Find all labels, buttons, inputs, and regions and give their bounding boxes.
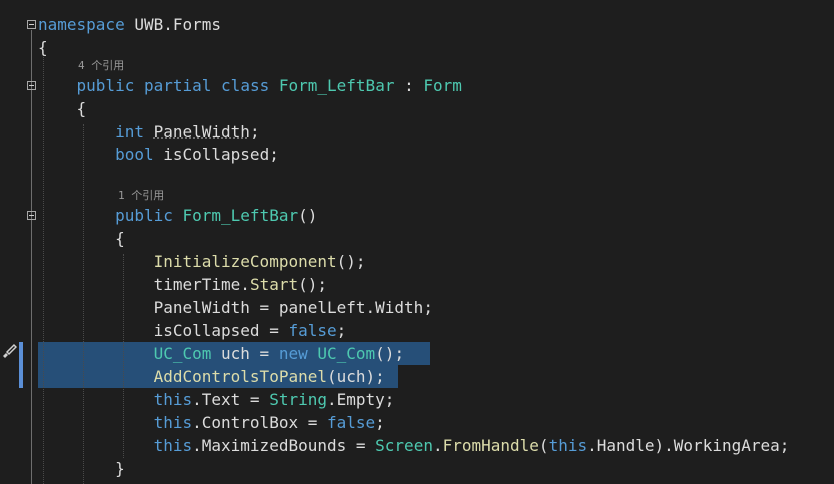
code-line[interactable]: int PanelWidth; (38, 120, 260, 143)
code-line[interactable]: timerTime.Start(); (38, 273, 327, 296)
keyword: new (278, 344, 308, 363)
call-end: (uch); (326, 367, 385, 386)
collapse-icon[interactable] (27, 20, 36, 29)
statement: PanelWidth = panelLeft.Width; (153, 298, 433, 317)
brace: } (115, 459, 125, 478)
semicolon: ; (249, 122, 260, 141)
keyword: namespace (38, 15, 125, 34)
method-call: Start (249, 275, 299, 294)
method-call: FromHandle (442, 436, 539, 455)
field-name: isCollapsed; (163, 145, 279, 164)
keyword: partial (143, 76, 212, 95)
statement-end: .Handle).WorkingArea; (587, 436, 790, 455)
paren: ( (538, 436, 549, 455)
codelens-label[interactable]: 1 个引用 (118, 189, 164, 202)
code-line[interactable]: this.MaximizedBounds = Screen.FromHandle… (38, 434, 790, 457)
collapse-icon[interactable] (27, 81, 36, 90)
parens: () (298, 206, 318, 225)
code-line[interactable]: this.Text = String.Empty; (38, 388, 395, 411)
code-line[interactable]: { (38, 227, 125, 250)
change-indicator (19, 342, 23, 388)
code-line[interactable]: InitializeComponent(); (38, 250, 366, 273)
method-call: InitializeComponent (153, 252, 337, 271)
keyword: false (288, 321, 337, 340)
dot: . (432, 436, 443, 455)
codelens-references[interactable]: 1 个引用 (118, 188, 164, 204)
keyword: bool (115, 145, 154, 164)
statement: .MaximizedBounds = (192, 436, 376, 455)
keyword: this (153, 390, 193, 409)
code-line[interactable]: { (38, 36, 48, 59)
brace: { (115, 229, 125, 248)
code-line[interactable]: { (38, 97, 87, 120)
code-line[interactable]: bool isCollapsed; (38, 143, 279, 166)
editor-margin (0, 0, 38, 484)
type-name: String (269, 390, 327, 409)
identifier: timerTime (153, 275, 241, 294)
class-name: Form_LeftBar (278, 76, 395, 95)
call-end: (); (298, 275, 328, 294)
type-name: UC_Com (317, 344, 376, 363)
code-line[interactable]: PanelWidth = panelLeft.Width; (38, 296, 433, 319)
keyword: class (221, 76, 270, 95)
code-line[interactable]: namespace UWB.Forms (38, 13, 221, 36)
codelens-references[interactable]: 4 个引用 (78, 58, 124, 74)
keyword: this (548, 436, 588, 455)
method-call: AddControlsToPanel (153, 367, 327, 386)
base-class: Form (423, 76, 462, 95)
namespace-name: UWB.Forms (134, 15, 222, 34)
constructor-name: Form_LeftBar (182, 206, 299, 225)
code-line[interactable]: } (38, 457, 125, 480)
code-line-selected[interactable]: AddControlsToPanel(uch); (38, 365, 385, 388)
codelens-label[interactable]: 4 个引用 (78, 59, 124, 72)
statement: uch = (211, 344, 279, 363)
code-line[interactable]: this.ControlBox = false; (38, 411, 385, 434)
code-line[interactable]: isCollapsed = false; (38, 319, 347, 342)
semicolon: ; (336, 321, 347, 340)
keyword: public (76, 76, 135, 95)
statement: .ControlBox = (192, 413, 327, 432)
dot: . (240, 275, 250, 294)
keyword: int (115, 122, 144, 141)
code-line[interactable]: public Form_LeftBar() (38, 204, 317, 227)
type-name: UC_Com (153, 344, 212, 363)
statement-end: .Empty; (326, 390, 395, 409)
keyword: this (153, 413, 193, 432)
keyword: false (326, 413, 376, 432)
semicolon: ; (375, 413, 385, 432)
statement: .Text = (192, 390, 270, 409)
call-end: (); (375, 344, 405, 363)
quick-action-brush-icon[interactable] (1, 342, 18, 362)
keyword: public (115, 206, 173, 225)
field-name: PanelWidth (153, 122, 250, 141)
code-line[interactable]: public partial class Form_LeftBar : Form (38, 74, 462, 97)
brace: { (76, 99, 87, 118)
code-editor[interactable]: namespace UWB.Forms { 4 个引用 public parti… (0, 0, 834, 484)
keyword: this (153, 436, 193, 455)
type-name: Screen (375, 436, 433, 455)
statement: isCollapsed = (153, 321, 289, 340)
colon: : (394, 76, 424, 95)
call-end: (); (336, 252, 366, 271)
code-line-selected[interactable]: UC_Com uch = new UC_Com(); (38, 342, 404, 365)
fold-line (31, 30, 32, 484)
collapse-icon[interactable] (27, 211, 36, 220)
brace: { (38, 38, 48, 57)
